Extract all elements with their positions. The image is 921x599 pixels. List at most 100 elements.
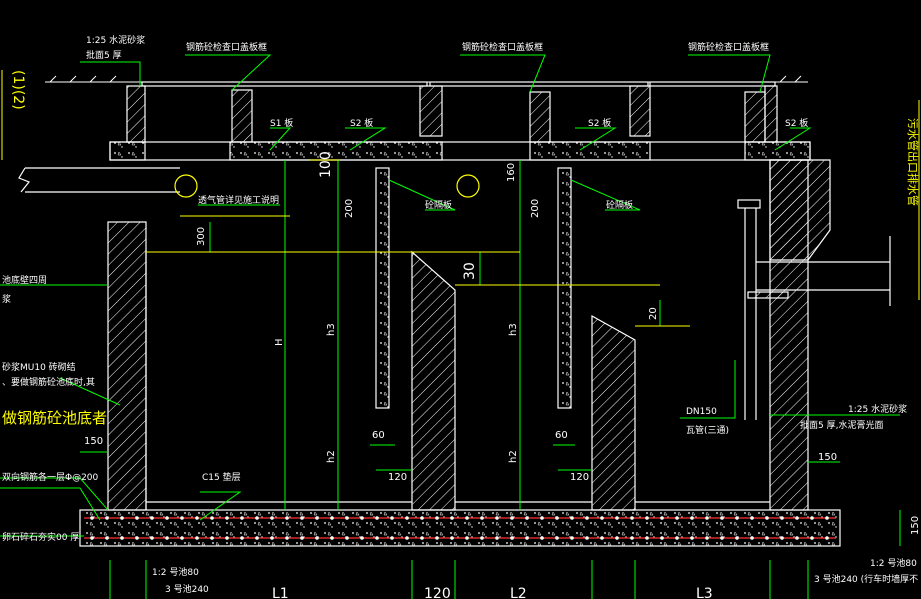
label-right-bottom2: 3 号池240 (行车时墙厚不 [814, 573, 918, 585]
label-left-note6: 卵石碎石夯实00 厚 [2, 531, 79, 543]
rebar-dot [495, 516, 499, 520]
rebar-dot [300, 516, 304, 520]
inlet-pipe [18, 167, 180, 193]
label-dn150: DN150 [686, 407, 717, 417]
rebar-dot [420, 516, 424, 520]
label-vent: 透气管详见施工说明 [198, 194, 279, 206]
rebar-dot [345, 516, 349, 520]
rebar-dot [585, 516, 589, 520]
label-left-note4: 、要做钢筋砼池底时,其 [2, 376, 95, 388]
label-cover1: 钢筋砼检查口盖板框 [186, 41, 267, 53]
rebar-dot [390, 516, 394, 520]
rebar-dot [210, 536, 214, 540]
rebar-dot [165, 536, 169, 540]
dim-60a: 60 [372, 430, 385, 441]
rebar-dot [675, 516, 679, 520]
rebar-dot [435, 536, 439, 540]
rebar-dot [405, 536, 409, 540]
dim-H: H [274, 338, 285, 346]
rebar-dot [195, 516, 199, 520]
ground-line [45, 75, 808, 83]
rebar-dot [705, 516, 709, 520]
rebar-dot [825, 516, 829, 520]
rebar-dot [735, 516, 739, 520]
rebar-dot [360, 536, 364, 540]
rebar-dot [195, 536, 199, 540]
dim-h2b: h2 [508, 450, 519, 463]
rebar-dot [450, 536, 454, 540]
dim-120c: 120 [424, 586, 451, 599]
dim-h2a: h2 [326, 450, 337, 463]
rebar-dot [615, 516, 619, 520]
rebar-dot [810, 536, 814, 540]
rebar-dot [795, 536, 799, 540]
rebar-dot [255, 516, 259, 520]
rebar-dot [720, 536, 724, 540]
rebar-dot [525, 536, 529, 540]
rebar-dot [600, 536, 604, 540]
rebar-dot [225, 516, 229, 520]
rebar-dot [150, 516, 154, 520]
rebar-dot [780, 516, 784, 520]
rebar-dot [810, 516, 814, 520]
label-c15: C15 垫层 [202, 471, 241, 483]
rebar-dot [720, 516, 724, 520]
rebar-dot [630, 516, 634, 520]
dim-L3: L3 [696, 586, 713, 599]
label-left-note1: 池底壁四周 [2, 274, 47, 286]
rebar-dot [120, 536, 124, 540]
dim-h3b: h3 [508, 323, 519, 336]
rebar-dot [180, 516, 184, 520]
label-right-mortar: 1:25 水泥砂浆 [848, 403, 907, 415]
rebar-dot [585, 536, 589, 540]
label-partition1: 砼隔板 [425, 199, 452, 211]
rebar-dot [345, 536, 349, 540]
rebar-dot [705, 536, 709, 540]
label-bottom-note2: 3 号池240 [165, 583, 209, 595]
rebar-dot [630, 536, 634, 540]
dim-200a: 200 [344, 199, 355, 218]
label-s2c: S2 板 [785, 117, 808, 129]
dim-60b: 60 [555, 430, 568, 441]
label-top-mortar: 1:25 水泥砂浆 [86, 34, 145, 46]
left-wall [107, 221, 147, 511]
label-left-vert: (1)(2) [10, 70, 26, 110]
rebar-dot [210, 516, 214, 520]
rebar-dot [450, 516, 454, 520]
rebar-dot [135, 536, 139, 540]
rebar-dot [690, 516, 694, 520]
rebar-dot [375, 516, 379, 520]
rebar-dot [360, 516, 364, 520]
rebar-dot [570, 536, 574, 540]
label-cover2: 钢筋砼检查口盖板框 [462, 41, 543, 53]
rebar-dot [435, 516, 439, 520]
label-left-note5: 双向钢筋各一层Φ@200 [2, 471, 99, 483]
rebar-dot [270, 536, 274, 540]
label-partition2: 砼隔板 [606, 199, 633, 211]
dim-120b: 120 [570, 472, 589, 483]
rebar-dot [135, 516, 139, 520]
rebar-dot [375, 536, 379, 540]
rebar-dot [105, 536, 109, 540]
rebar-dot [600, 516, 604, 520]
dim-200b: 200 [530, 199, 541, 218]
rebar-dot [285, 516, 289, 520]
rebar-dot [510, 516, 514, 520]
label-right-bottom1: 1:2 号池80 [870, 557, 917, 569]
rebar-dot [330, 516, 334, 520]
dim-300: 300 [196, 227, 207, 246]
rebar-dot [495, 536, 499, 540]
rebar-dot [540, 536, 544, 540]
dim-160: 160 [506, 163, 517, 182]
rebar-dot [765, 536, 769, 540]
dim-120a: 120 [388, 472, 407, 483]
dim-L1: L1 [272, 586, 289, 599]
rebar-dot [825, 536, 829, 540]
label-cover3: 钢筋砼检查口盖板框 [688, 41, 769, 53]
cover-frames [126, 81, 778, 143]
rebar-dot [765, 516, 769, 520]
rebar-dot [525, 516, 529, 520]
rebar-dot [225, 536, 229, 540]
rebar-dot [150, 536, 154, 540]
label-s2b: S2 板 [588, 117, 611, 129]
